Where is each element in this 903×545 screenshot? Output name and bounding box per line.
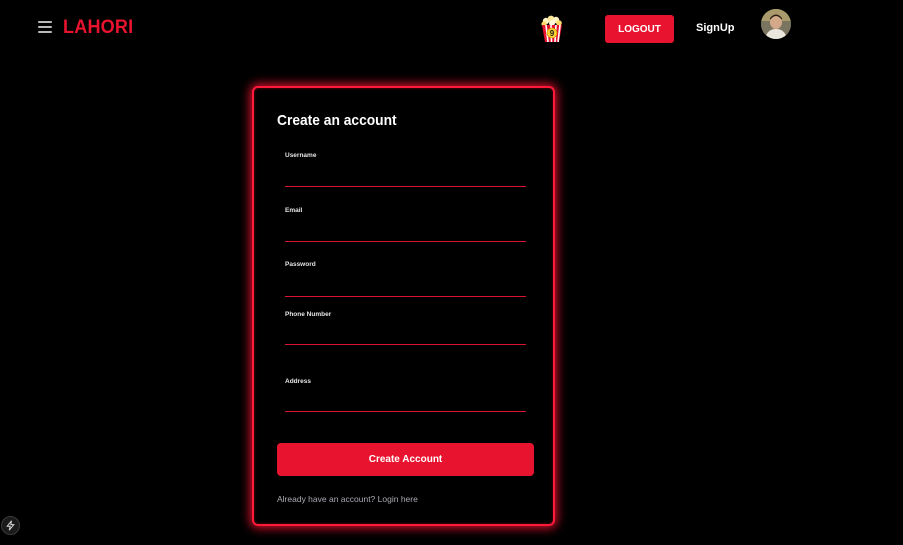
popcorn-icon: 9 (538, 14, 566, 44)
lightning-icon[interactable] (1, 516, 20, 535)
phone-label: Phone Number (285, 311, 332, 318)
create-account-button[interactable]: Create Account (277, 443, 534, 476)
top-navbar: LAHORI 9 LOGOUT SignUp (0, 0, 903, 60)
email-input[interactable] (285, 224, 526, 242)
signup-card: Create an account Username Email Passwor… (252, 86, 555, 526)
login-prompt-text: Already have an account? (277, 494, 378, 504)
brand-logo[interactable]: LAHORI (63, 17, 133, 39)
phone-input[interactable] (285, 327, 526, 345)
address-label: Address (285, 378, 312, 385)
form-title: Create an account (277, 112, 397, 129)
signup-link[interactable]: SignUp (696, 22, 735, 34)
password-input[interactable] (285, 279, 526, 297)
password-label: Password (285, 261, 316, 268)
popcorn-badge-text: 9 (550, 29, 555, 38)
username-input[interactable] (285, 169, 526, 187)
hamburger-icon[interactable] (38, 20, 52, 34)
user-avatar[interactable] (761, 9, 791, 39)
logout-button[interactable]: LOGOUT (605, 15, 674, 43)
username-label: Username (285, 152, 317, 159)
login-link[interactable]: Login here (378, 494, 418, 504)
email-label: Email (285, 207, 303, 214)
login-prompt: Already have an account? Login here (277, 494, 418, 504)
address-input[interactable] (285, 394, 526, 412)
